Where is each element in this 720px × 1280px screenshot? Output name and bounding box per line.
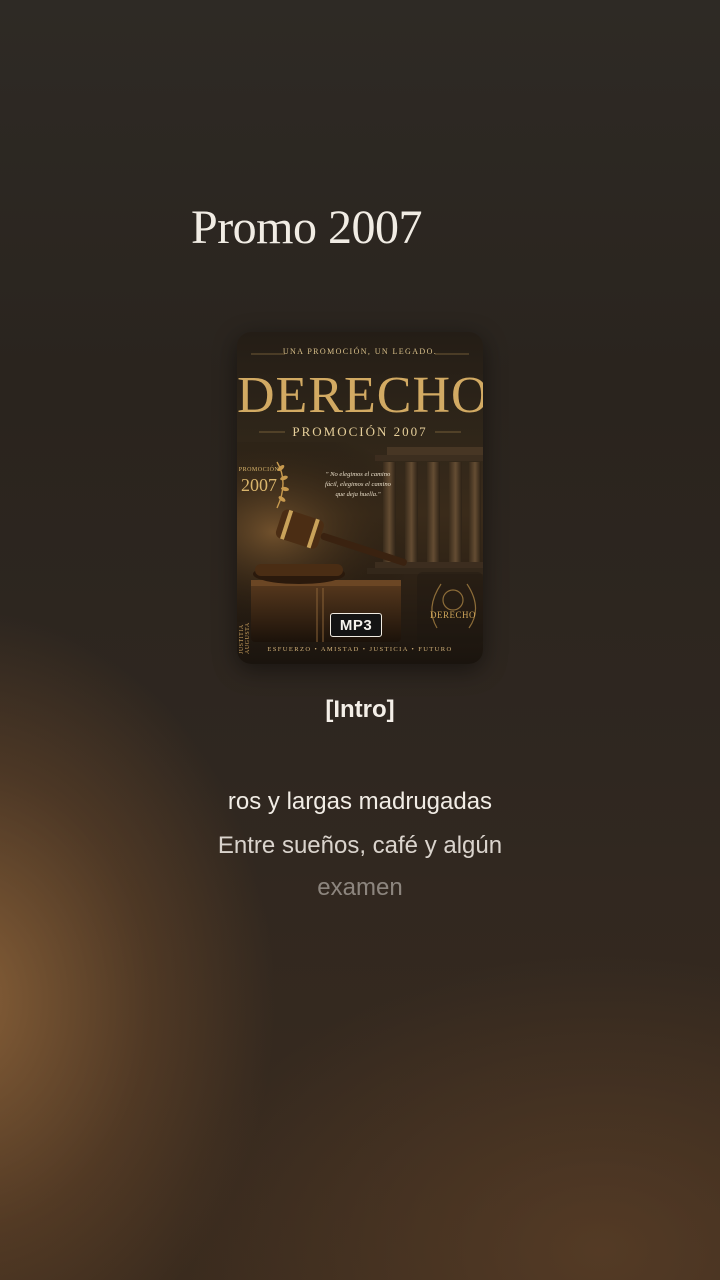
cover-spine-text: JUSTITIA AUGUSTA	[239, 622, 251, 654]
cover-subtitle: PROMOCIÓN 2007	[292, 424, 428, 439]
cover-tagline: UNA PROMOCIÓN, UN LEGADO.	[282, 347, 438, 356]
lyric-line-current: ros y largas madrugadas	[227, 788, 493, 815]
cover-side-label: PROMOCIÓN	[238, 467, 280, 473]
lyric-line-next: Entre sueños, café y algún	[217, 832, 503, 859]
cover-seal-text: DERECHO	[430, 610, 476, 620]
album-cover[interactable]: UNA PROMOCIÓN, UN LEGADO. DERECHO PROMOC…	[237, 332, 483, 664]
lyrics-section-label: [Intro]	[325, 696, 395, 723]
mp3-badge: MP3	[330, 613, 382, 637]
cover-side-year: 2007	[241, 475, 277, 495]
playlist-title: Promo 2007	[191, 201, 423, 254]
cover-footer: ESFUERZO • AMISTAD • JUSTICIA • FUTURO	[267, 646, 453, 653]
cover-brand: DERECHO	[237, 367, 483, 424]
cover-quote: " No elegimos el camino fácil, elegimos …	[325, 471, 391, 498]
lyric-line-upcoming: examen	[317, 874, 403, 901]
cover-side-badge: PROMOCIÓN 2007	[237, 467, 281, 496]
